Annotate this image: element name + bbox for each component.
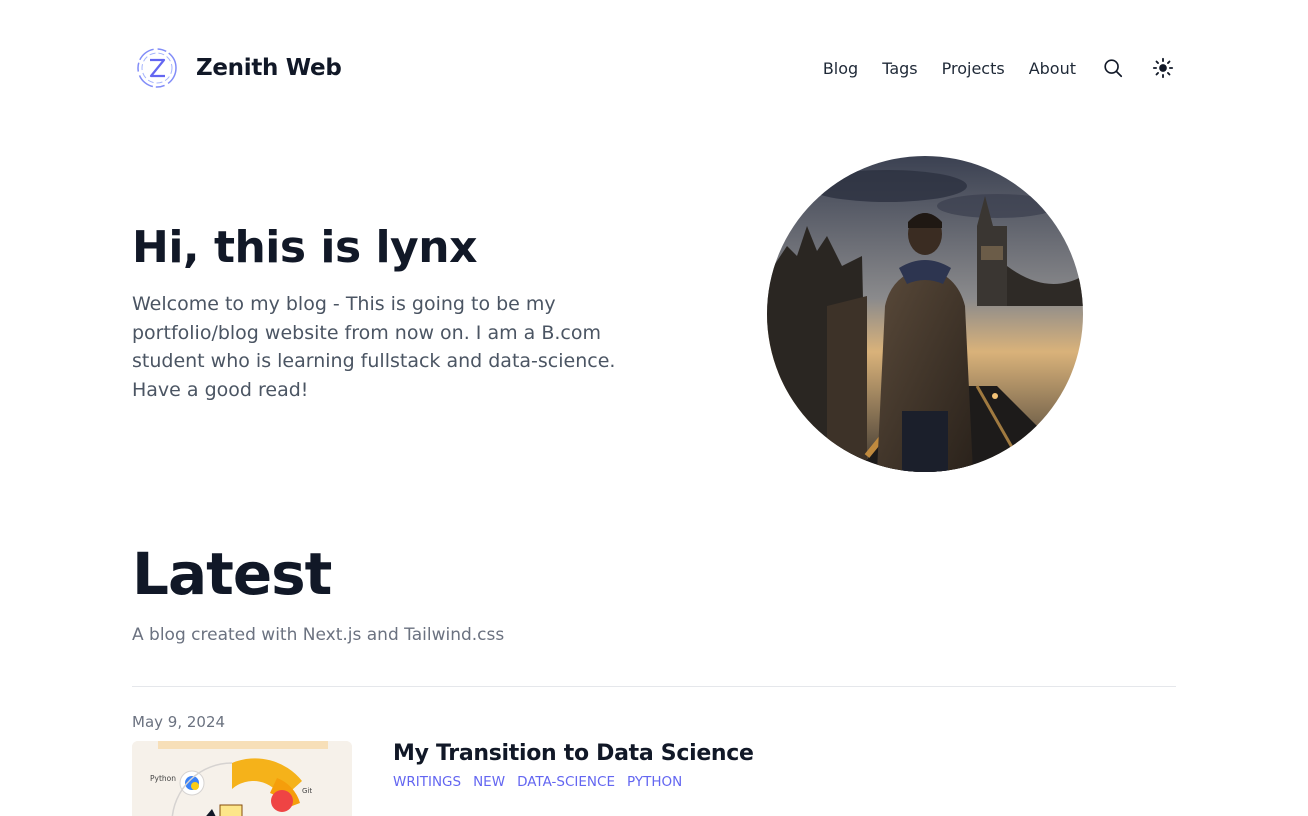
latest-heading: Latest: [132, 540, 332, 608]
nav-link-about[interactable]: About: [1029, 59, 1076, 78]
post-tags: WRITINGS NEW DATA-SCIENCE PYTHON: [393, 774, 682, 790]
section-divider: [132, 686, 1176, 687]
search-icon[interactable]: [1100, 55, 1126, 81]
brand-link[interactable]: Zenith Web: [132, 43, 342, 93]
profile-avatar: [767, 156, 1083, 472]
tag-writings[interactable]: WRITINGS: [393, 774, 461, 790]
nav-link-blog[interactable]: Blog: [823, 59, 858, 78]
thumb-label-python: Python: [150, 774, 176, 783]
hero-description: Welcome to my blog - This is going to be…: [132, 293, 616, 401]
brand-name: Zenith Web: [196, 55, 342, 81]
post-title[interactable]: My Transition to Data Science: [393, 741, 754, 766]
sun-icon[interactable]: [1150, 55, 1176, 81]
site-header: Zenith Web Blog Tags Projects About: [132, 40, 1176, 96]
nav-link-tags[interactable]: Tags: [882, 59, 917, 78]
latest-subtitle: A blog created with Next.js and Tailwind…: [132, 625, 505, 645]
hero-title: Hi, this is lynx: [132, 222, 477, 273]
nav-link-projects[interactable]: Projects: [942, 59, 1005, 78]
tag-python[interactable]: PYTHON: [627, 774, 682, 790]
tag-new[interactable]: NEW: [473, 774, 505, 790]
post-date: May 9, 2024: [132, 713, 226, 731]
zenith-logo-icon: [132, 43, 182, 93]
thumb-label-git: Git: [302, 787, 312, 795]
main-nav: Blog Tags Projects About: [823, 55, 1176, 81]
tag-data-science[interactable]: DATA-SCIENCE: [517, 774, 615, 790]
post-thumbnail[interactable]: Python Git: [132, 741, 352, 816]
